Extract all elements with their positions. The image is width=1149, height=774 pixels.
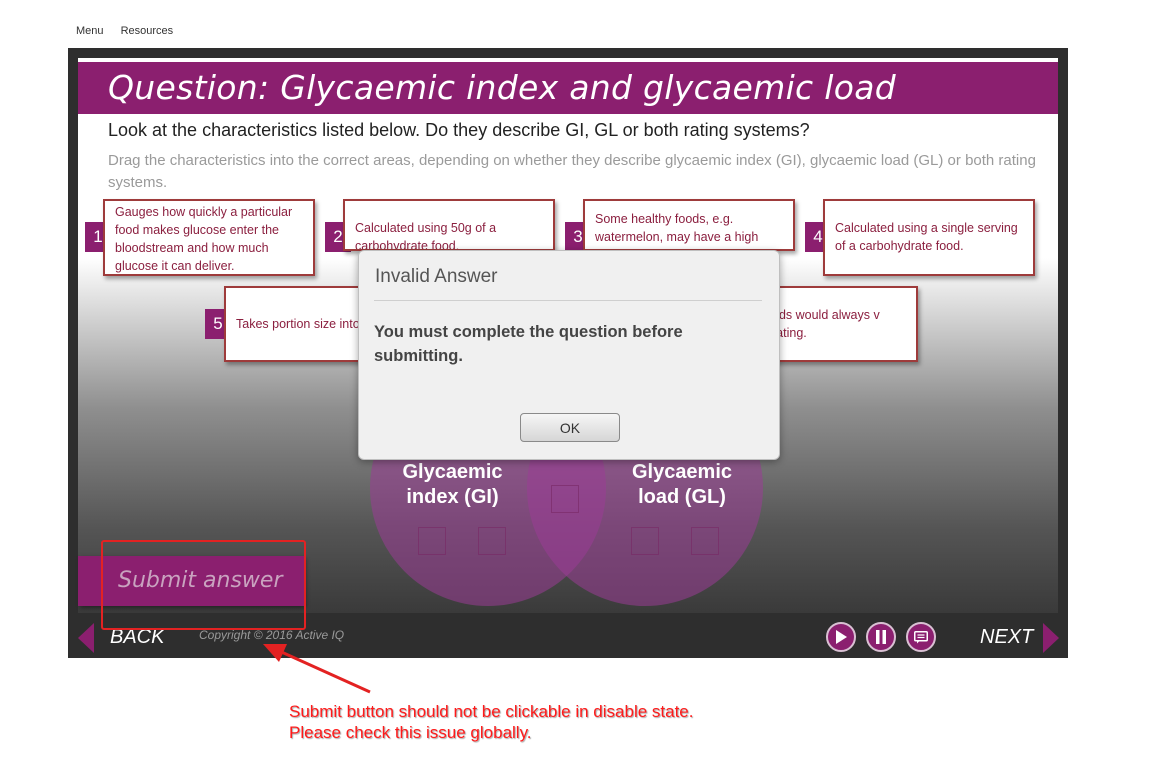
top-nav: Menu Resources: [76, 25, 187, 37]
venn-label-gi: Glycaemic index (GI): [402, 461, 503, 508]
captions-icon: [914, 630, 928, 643]
annotation-note: Submit button should not be clickable in…: [289, 701, 769, 743]
draggable-card-1[interactable]: Gauges how quickly a particular food mak…: [103, 199, 315, 276]
draggable-card-4[interactable]: Calculated using a single serving of a c…: [823, 199, 1035, 276]
venn-label-gl: Glycaemic load (GL): [631, 461, 733, 508]
slide-title: Question: Glycaemic index and glycaemic …: [108, 68, 897, 107]
draggable-card-6[interactable]: ods would always v rating.: [760, 286, 918, 362]
captions-button[interactable]: [906, 622, 936, 652]
draggable-card-2[interactable]: Calculated using 50g of a carbohydrate f…: [343, 199, 555, 251]
instruction-text: Drag the characteristics into the correc…: [108, 152, 1036, 191]
play-icon: [836, 630, 847, 644]
drop-slot[interactable]: [631, 527, 659, 555]
back-arrow-icon[interactable]: [78, 623, 94, 653]
next-button[interactable]: NEXT: [980, 626, 1033, 649]
pause-button[interactable]: [866, 622, 896, 652]
annotation-line: Submit button should not be clickable in…: [289, 702, 694, 742]
question-text: Look at the characteristics listed below…: [108, 120, 810, 140]
resources-link[interactable]: Resources: [121, 25, 174, 37]
dialog-title: Invalid Answer: [375, 266, 498, 287]
ok-button[interactable]: OK: [520, 413, 620, 442]
annotation-arrow-icon: [263, 644, 371, 694]
drop-slot[interactable]: [418, 527, 446, 555]
play-button[interactable]: [826, 622, 856, 652]
pause-icon: [876, 630, 886, 644]
draggable-card-3[interactable]: Some healthy foods, e.g. watermelon, may…: [583, 199, 795, 251]
next-arrow-icon[interactable]: [1043, 623, 1059, 653]
drop-slot[interactable]: [551, 485, 579, 513]
dialog-message: You must complete the question before su…: [374, 323, 683, 365]
annotation-highlight-box: [101, 540, 306, 630]
menu-link[interactable]: Menu: [76, 25, 104, 37]
draggable-card-5[interactable]: Takes portion size into: [224, 286, 364, 362]
dialog-divider: [374, 300, 762, 301]
drop-slot[interactable]: [478, 527, 506, 555]
drop-slot[interactable]: [691, 527, 719, 555]
